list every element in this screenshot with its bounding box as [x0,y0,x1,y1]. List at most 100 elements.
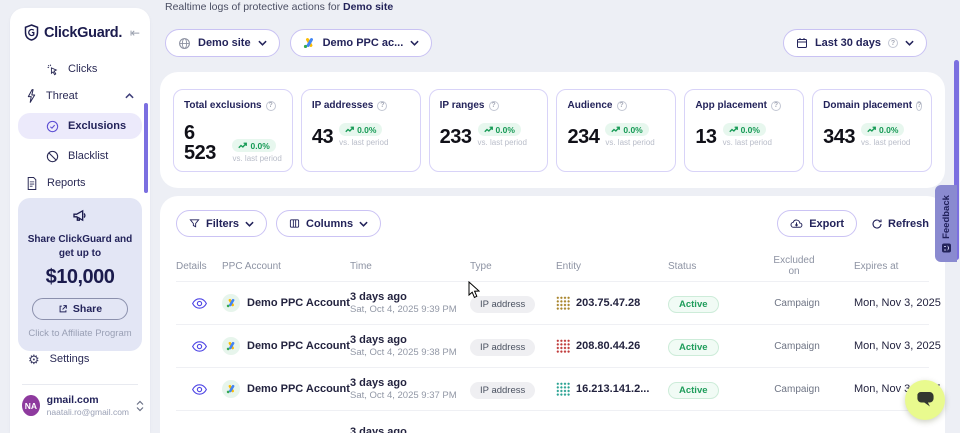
help-icon[interactable]: ? [489,101,499,111]
columns-icon [289,218,300,229]
stat-value: 43 [312,127,333,147]
table-row[interactable]: Demo PPC Account 3 days agoSat, Oct 4, 2… [176,324,929,367]
column-header[interactable]: Time [350,261,470,272]
export-button[interactable]: Export [777,210,857,237]
table-row[interactable]: Demo PPC Account 3 days agoSat, Oct 4, 2… [176,281,929,324]
sidebar-item-exclusions[interactable]: Exclusions [18,113,142,139]
ppc-account-selector-dropdown[interactable]: Demo PPC ac... [290,29,433,57]
affiliate-promo-card[interactable]: Share ClickGuard and get up to $10,000 S… [18,198,142,351]
ppc-account-name: Demo PPC Account [247,297,350,309]
table-row[interactable]: Demo PPC Account 3 days agoSat, Oct 4, 2… [176,367,929,410]
trend-up-icon [345,126,354,133]
column-header[interactable]: Expires at [826,261,929,272]
column-header[interactable]: Entity [556,261,668,272]
stat-delta-badge: 0.0% [861,123,904,136]
sidebar: ClickGuard. ⇤ Clicks Threat Exclusions B… [10,8,150,433]
time-cell: 3 days ago [350,426,470,433]
lightning-icon [26,89,37,103]
account-switcher[interactable]: NA gmail.com naatali.ro@gmail.com [22,394,144,417]
help-icon[interactable]: ? [916,101,922,111]
stat-card: IP addresses? 43 0.0% vs. last period [301,89,421,172]
refresh-button[interactable]: Refresh [871,218,929,230]
stat-compare-label: vs. last period [605,138,654,147]
entity-flag-icon [556,296,570,310]
help-icon: ? [888,38,898,48]
eye-icon [192,341,207,352]
eye-icon [192,298,207,309]
check-circle-icon [46,120,59,133]
help-icon[interactable]: ? [617,101,627,111]
sidebar-item-settings[interactable]: ⚙ Settings [18,348,99,370]
chevron-down-icon [258,40,267,46]
excluded-on-value: Campaign [768,384,826,395]
type-badge: IP address [470,296,535,313]
expires-at-value: Mon, Nov 3, 2025 [826,297,929,309]
chevron-up-icon[interactable] [125,93,134,99]
filters-button[interactable]: Filters [176,210,267,237]
sidebar-item-blacklist[interactable]: Blacklist [18,144,142,168]
help-icon[interactable]: ? [377,101,387,111]
calendar-icon [796,37,808,49]
divider [22,384,138,385]
table-row[interactable]: 3 days ago [176,410,929,433]
stat-delta-badge: 0.0% [723,123,766,136]
sidebar-item-threat[interactable]: Threat [18,84,142,108]
column-header[interactable]: Excluded on [768,255,826,277]
time-cell: 3 days agoSat, Oct 4, 2025 9:37 PM [350,377,470,401]
help-icon[interactable]: ? [266,101,276,111]
prohibited-icon [46,150,59,163]
feedback-tab[interactable]: Feedback [935,185,957,262]
stat-compare-label: vs. last period [723,138,772,147]
table-header-row: DetailsPPC AccountTimeTypeEntityStatusEx… [160,249,945,281]
chat-widget-button[interactable] [905,380,945,420]
chevron-down-icon [410,40,419,46]
help-icon[interactable]: ? [771,101,781,111]
type-badge: IP address [470,382,535,399]
sidebar-item-clicks[interactable]: Clicks [18,57,142,81]
stat-card: IP ranges? 233 0.0% vs. last period [429,89,549,172]
avatar: NA [22,395,40,416]
details-eye-button[interactable] [190,296,209,311]
details-eye-button[interactable] [190,339,209,354]
chevron-down-icon [905,40,914,46]
details-eye-button[interactable] [190,382,209,397]
cloud-download-icon [790,218,803,229]
sidebar-collapse-icon[interactable]: ⇤ [130,26,140,40]
gear-icon: ⚙ [28,353,40,366]
click-cursor-icon [46,63,59,76]
exclusions-table-card: Filters Columns Export Refresh [160,196,945,433]
subtitle-site-name: Demo site [343,1,393,13]
speech-bubble-icon [915,392,936,409]
date-range-dropdown[interactable]: Last 30 days ? [783,29,927,57]
columns-button[interactable]: Columns [276,210,381,237]
stat-card: Total exclusions? 6 523 0.0% vs. last pe… [173,89,293,172]
column-header[interactable]: Details [176,261,222,272]
feedback-label: Feedback [941,195,952,239]
stat-delta-badge: 0.0% [339,123,382,136]
stat-value: 234 [567,127,599,147]
settings-label: Settings [50,353,90,365]
filter-funnel-icon [189,218,200,229]
entity-value: 16.213.141.2... [576,383,649,395]
stat-compare-label: vs. last period [232,154,281,163]
entity-flag-icon [556,382,570,396]
share-button[interactable]: Share [32,298,128,320]
column-header[interactable]: Type [470,261,556,272]
entity-flag-icon [556,339,570,353]
column-header[interactable]: PPC Account [222,261,350,272]
app-logo-text: ClickGuard. [44,25,125,41]
stat-delta-badge: 0.0% [478,123,521,136]
stats-summary-card: Total exclusions? 6 523 0.0% vs. last pe… [160,72,945,188]
sidebar-scrollbar[interactable] [144,103,148,193]
stat-card: Audience? 234 0.0% vs. last period [556,89,676,172]
stat-compare-label: vs. last period [339,138,388,147]
chevron-down-icon [359,221,368,227]
status-badge: Active [668,382,719,399]
column-header[interactable]: Status [668,261,768,272]
type-badge: IP address [470,339,535,356]
excluded-on-value: Campaign [768,341,826,352]
chevron-down-icon [245,221,254,227]
sidebar-item-reports[interactable]: Reports [18,171,142,195]
clickguard-shield-logo-icon [24,24,39,41]
site-selector-dropdown[interactable]: Demo site [165,29,280,57]
